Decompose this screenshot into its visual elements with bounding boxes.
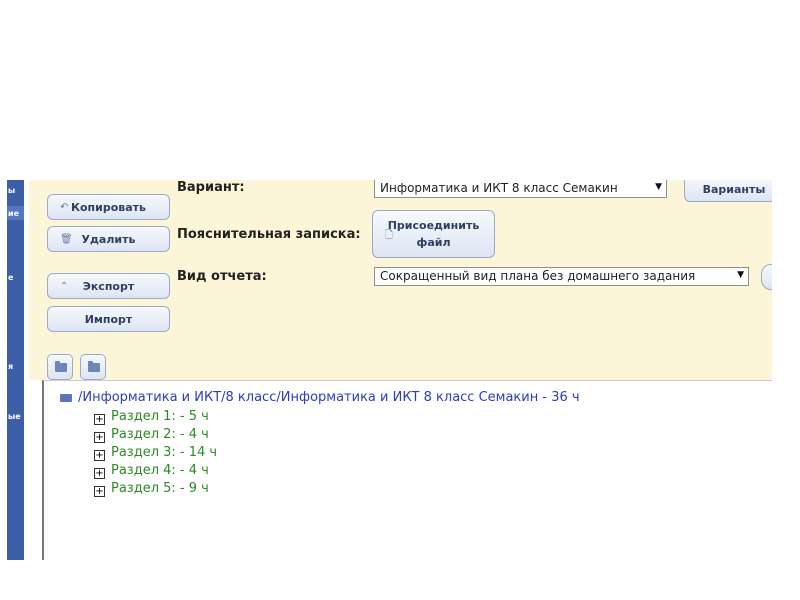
attach-button-line2: файл: [416, 236, 451, 249]
tree-node[interactable]: Раздел 5: - 9 ч: [111, 481, 209, 496]
export-button[interactable]: ⌃ Экспорт: [47, 273, 170, 299]
expand-icon[interactable]: +: [94, 486, 105, 497]
dropdown-arrow-icon: ▼: [737, 270, 744, 280]
open-folder-icon: [55, 361, 67, 372]
trash-icon: 🗑: [60, 233, 73, 245]
expand-icon[interactable]: +: [94, 450, 105, 461]
folder-icon: [88, 361, 100, 372]
variant-select-value: Информатика и ИКТ 8 класс Семакин: [380, 181, 618, 195]
sidebar-fragment-4[interactable]: я: [8, 362, 13, 371]
attach-file-button[interactable]: 🗋 Присоединить файл: [372, 210, 495, 258]
variants-button-label: Варианты: [702, 182, 766, 196]
control-panel: ↶ Копировать 🗑 Удалить ⌃ Экспорт Импорт …: [29, 180, 772, 380]
dropdown-arrow-icon: ▼: [655, 182, 662, 192]
export-button-label: Экспорт: [82, 279, 135, 293]
import-button[interactable]: Импорт: [47, 306, 170, 332]
copy-button-label: Копировать: [70, 200, 146, 214]
left-sidebar: ы ие е я ые: [7, 180, 24, 560]
import-button-label: Импорт: [84, 312, 133, 326]
plan-tree: /Информатика и ИКТ/8 класс/Информатика и…: [42, 380, 772, 560]
plan-editor: ы ие е я ые ↶ Копировать 🗑 Удалить ⌃ Экс…: [0, 180, 772, 560]
note-label: Пояснительная записка:: [177, 227, 361, 242]
round-action-button[interactable]: [761, 264, 772, 290]
undo-arrow-icon: ↶: [60, 201, 69, 213]
attach-button-line1: Присоединить: [387, 219, 480, 232]
tree-node[interactable]: Раздел 3: - 14 ч: [111, 445, 217, 460]
sidebar-fragment-1[interactable]: ы: [8, 186, 15, 195]
folder-tree-icon: [60, 392, 73, 402]
tree-node[interactable]: Раздел 1: - 5 ч: [111, 409, 209, 424]
report-type-select[interactable]: Сокращенный вид плана без домашнего зада…: [374, 267, 749, 286]
chevron-up-icon: ⌃: [60, 280, 69, 292]
sidebar-fragment-5[interactable]: ые: [8, 412, 21, 421]
variant-label: Вариант:: [177, 180, 245, 195]
delete-button[interactable]: 🗑 Удалить: [47, 226, 170, 252]
report-type-label: Вид отчета:: [177, 269, 267, 284]
variants-button[interactable]: Варианты: [684, 180, 772, 202]
expand-icon[interactable]: +: [94, 414, 105, 425]
report-select-value: Сокращенный вид плана без домашнего зада…: [380, 269, 696, 283]
expand-icon[interactable]: +: [94, 468, 105, 479]
tree-node[interactable]: Раздел 2: - 4 ч: [111, 427, 209, 442]
open-folder-button[interactable]: [47, 354, 73, 380]
sidebar-fragment-2[interactable]: ие: [8, 209, 19, 218]
sidebar-fragment-3[interactable]: е: [8, 273, 13, 282]
folder-button[interactable]: [80, 354, 106, 380]
variant-select[interactable]: Информатика и ИКТ 8 класс Семакин ▼: [374, 180, 667, 198]
expand-icon[interactable]: +: [94, 432, 105, 443]
tree-node[interactable]: Раздел 4: - 4 ч: [111, 463, 209, 478]
copy-button[interactable]: ↶ Копировать: [47, 194, 170, 220]
tree-root[interactable]: /Информатика и ИКТ/8 класс/Информатика и…: [78, 390, 580, 405]
document-icon: 🗋: [385, 230, 394, 241]
delete-button-label: Удалить: [81, 232, 136, 246]
